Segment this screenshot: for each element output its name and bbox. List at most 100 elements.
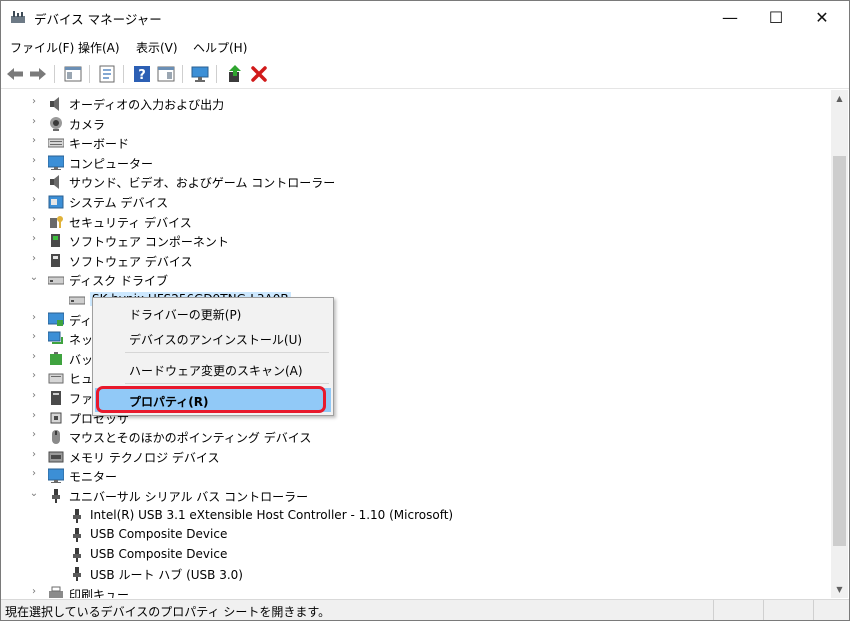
software-device-icon xyxy=(51,253,60,267)
properties-icon[interactable] xyxy=(97,64,117,84)
usb-icon xyxy=(73,508,81,523)
forward-arrow-icon[interactable] xyxy=(28,64,48,84)
chevron-right-icon[interactable]: › xyxy=(29,194,39,205)
system-device-icon xyxy=(48,195,64,209)
tree-category-row[interactable]: ⌄ ディスク ドライブ xyxy=(1,270,831,289)
tree-category-row[interactable]: › セキュリティ デバイス xyxy=(1,212,831,231)
chevron-right-icon[interactable]: › xyxy=(29,390,39,401)
close-icon: ✕ xyxy=(815,8,829,27)
chevron-right-icon[interactable]: › xyxy=(29,96,39,107)
tree-item-label: ユニバーサル シリアル バス コントローラー xyxy=(69,490,309,504)
tree-category-row[interactable]: › ソフトウェア コンポーネント xyxy=(1,231,831,250)
context-update-driver[interactable]: ドライバーの更新(P) xyxy=(95,301,331,325)
tree-category-row[interactable]: › キーボード xyxy=(1,133,831,152)
scan-hardware-icon[interactable] xyxy=(190,64,210,84)
tree-item-label: サウンド、ビデオ、およびゲーム コントローラー xyxy=(69,176,336,191)
tree-category-row[interactable]: › オーディオの入力および出力 xyxy=(1,94,831,113)
svg-text:?: ? xyxy=(138,68,146,83)
disk-drive-icon xyxy=(48,276,64,285)
chevron-right-icon[interactable]: › xyxy=(29,253,39,264)
show-hide-console-tree-icon[interactable] xyxy=(63,64,83,84)
tree-category-row[interactable]: › モニター xyxy=(1,466,831,485)
menu-help[interactable]: ヘルプ(H) xyxy=(193,39,247,56)
processor-icon xyxy=(50,412,62,424)
show-action-pane-icon[interactable] xyxy=(156,64,176,84)
scroll-thumb[interactable] xyxy=(833,156,846,546)
toolbar: ? xyxy=(1,59,849,89)
title-bar[interactable]: デバイス マネージャー — ☐ ✕ xyxy=(1,1,849,34)
chevron-right-icon[interactable]: › xyxy=(29,429,39,440)
firmware-icon xyxy=(51,391,61,405)
uninstall-device-icon[interactable] xyxy=(249,64,269,84)
menu-action[interactable]: 操作(A) xyxy=(78,39,120,56)
tree-item-label: マウスとそのほかのポインティング デバイス xyxy=(69,431,312,446)
chevron-down-icon[interactable]: ⌄ xyxy=(29,488,39,499)
chevron-right-icon[interactable]: › xyxy=(29,449,39,460)
tree-category-row[interactable]: › コンピューター xyxy=(1,153,831,172)
minimize-button[interactable]: — xyxy=(707,1,753,34)
chevron-right-icon[interactable]: › xyxy=(29,586,39,597)
tree-category-row[interactable]: › メモリ テクノロジ デバイス xyxy=(1,447,831,466)
chevron-right-icon[interactable]: › xyxy=(29,155,39,166)
tree-item-label: ソフトウェア コンポーネント xyxy=(69,235,229,250)
tree-category-row[interactable]: › 印刷キュー xyxy=(1,584,831,598)
tree-device-row[interactable]: USB Composite Device xyxy=(1,525,831,544)
chevron-right-icon[interactable]: › xyxy=(29,135,39,146)
chevron-right-icon[interactable]: › xyxy=(29,410,39,421)
tree-category-row[interactable]: › サウンド、ビデオ、およびゲーム コントローラー xyxy=(1,172,831,191)
hid-icon xyxy=(48,373,64,384)
chevron-right-icon[interactable]: › xyxy=(29,116,39,127)
context-menu-separator xyxy=(125,352,329,353)
tree-item-label: ソフトウェア デバイス xyxy=(69,254,193,269)
back-arrow-icon[interactable] xyxy=(5,64,25,84)
tree-device-row[interactable]: USB ルート ハブ (USB 3.0) xyxy=(1,564,831,583)
vertical-scrollbar[interactable]: ▲ ▼ xyxy=(831,90,848,598)
tree-item-label: コンピューター xyxy=(69,156,154,171)
menu-view[interactable]: 表示(V) xyxy=(136,39,178,56)
mouse-icon xyxy=(52,430,60,445)
chevron-right-icon[interactable]: › xyxy=(29,214,39,225)
tree-category-row[interactable]: › カメラ xyxy=(1,114,831,133)
keyboard-icon xyxy=(48,138,64,148)
tree-item-label: メモリ テクノロジ デバイス xyxy=(69,450,220,465)
close-button[interactable]: ✕ xyxy=(799,1,845,34)
help-icon[interactable]: ? xyxy=(132,64,152,84)
monitor-icon xyxy=(48,468,64,484)
chevron-right-icon[interactable]: › xyxy=(29,370,39,381)
tree-device-row[interactable]: USB Composite Device xyxy=(1,545,831,564)
chevron-right-icon[interactable]: › xyxy=(29,331,39,342)
device-manager-app-icon xyxy=(11,11,25,23)
status-text: 現在選択しているデバイスのプロパティ シートを開きます。 xyxy=(5,605,331,619)
window-title: デバイス マネージャー xyxy=(34,12,162,27)
chevron-right-icon[interactable]: › xyxy=(29,468,39,479)
menu-file[interactable]: ファイル(F) xyxy=(10,39,74,56)
scroll-up-icon[interactable]: ▲ xyxy=(831,90,848,107)
chevron-right-icon[interactable]: › xyxy=(29,174,39,185)
status-cell xyxy=(713,600,714,620)
context-uninstall-device[interactable]: デバイスのアンインストール(U) xyxy=(95,326,331,350)
chevron-down-icon[interactable]: ⌄ xyxy=(29,272,39,283)
chevron-right-icon[interactable]: › xyxy=(29,312,39,323)
display-adapter-icon xyxy=(48,312,64,326)
tree-category-row[interactable]: ⌄ ユニバーサル シリアル バス コントローラー xyxy=(1,486,831,505)
tree-category-row[interactable]: › システム デバイス xyxy=(1,192,831,211)
tree-item-label: ディスク ドライブ xyxy=(69,274,168,289)
context-scan-hardware[interactable]: ハードウェア変更のスキャン(A) xyxy=(95,357,331,381)
update-driver-icon[interactable] xyxy=(225,64,245,84)
tree-item-label: USB Composite Device xyxy=(90,527,228,542)
tree-item-label: USB ルート ハブ (USB 3.0) xyxy=(90,568,243,583)
tree-device-row[interactable]: Intel(R) USB 3.1 eXtensible Host Control… xyxy=(1,506,831,525)
tree-item-label: キーボード xyxy=(69,137,130,152)
tree-category-row[interactable]: › マウスとそのほかのポインティング デバイス xyxy=(1,427,831,446)
toolbar-separator xyxy=(216,65,217,83)
tree-item-label: モニター xyxy=(69,470,118,485)
status-bar: 現在選択しているデバイスのプロパティ シートを開きます。 xyxy=(1,599,849,620)
toolbar-separator xyxy=(123,65,124,83)
status-cell xyxy=(763,600,764,620)
tree-item-label: USB Composite Device xyxy=(90,546,228,561)
scroll-down-icon[interactable]: ▼ xyxy=(831,581,848,598)
tree-category-row[interactable]: › ソフトウェア デバイス xyxy=(1,251,831,270)
chevron-right-icon[interactable]: › xyxy=(29,233,39,244)
chevron-right-icon[interactable]: › xyxy=(29,351,39,362)
maximize-button[interactable]: ☐ xyxy=(753,1,799,34)
